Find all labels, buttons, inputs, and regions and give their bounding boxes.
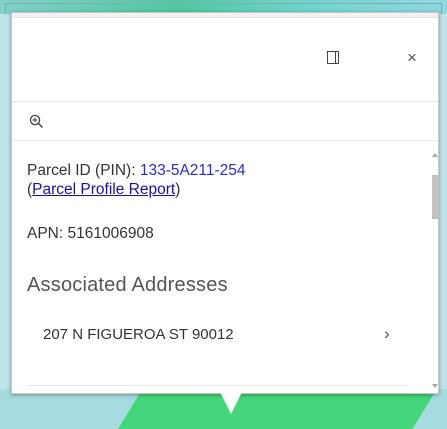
address-divider bbox=[27, 385, 409, 386]
parcel-id-value: 133-5A211-254 bbox=[139, 162, 246, 179]
scroll-down-arrow-icon[interactable] bbox=[432, 384, 438, 388]
dock-panel-icon bbox=[327, 51, 339, 64]
report-paren-close: ) bbox=[175, 181, 181, 198]
parcel-profile-report-link[interactable]: Parcel Profile Report bbox=[32, 181, 175, 198]
zoom-in-icon bbox=[29, 114, 44, 129]
zoom-to-button[interactable] bbox=[28, 113, 46, 131]
chevron-right-icon[interactable]: › bbox=[384, 324, 390, 344]
popup-pointer bbox=[220, 392, 242, 414]
close-button[interactable]: × bbox=[402, 49, 422, 69]
parcel-popup: × Parcel ID (PIN): 133-5A211-254 (Parcel… bbox=[11, 12, 439, 394]
parcel-id-label: Parcel ID (PIN): bbox=[27, 162, 140, 179]
scroll-up-arrow-icon[interactable] bbox=[432, 153, 438, 157]
scroll-thumb[interactable] bbox=[432, 175, 439, 219]
parcel-id-row: Parcel ID (PIN): 133-5A211-254 (Parcel P… bbox=[27, 161, 387, 199]
popup-top-edge bbox=[12, 13, 438, 18]
popup-content: Parcel ID (PIN): 133-5A211-254 (Parcel P… bbox=[12, 141, 422, 391]
dock-button[interactable] bbox=[322, 49, 344, 67]
address-text: 207 N FIGUEROA ST 90012 bbox=[43, 326, 234, 343]
scrollbar[interactable] bbox=[430, 141, 440, 395]
header-divider bbox=[12, 101, 438, 102]
apn-text: APN: 5161006908 bbox=[27, 225, 154, 242]
associated-addresses-title: Associated Addresses bbox=[27, 274, 228, 296]
